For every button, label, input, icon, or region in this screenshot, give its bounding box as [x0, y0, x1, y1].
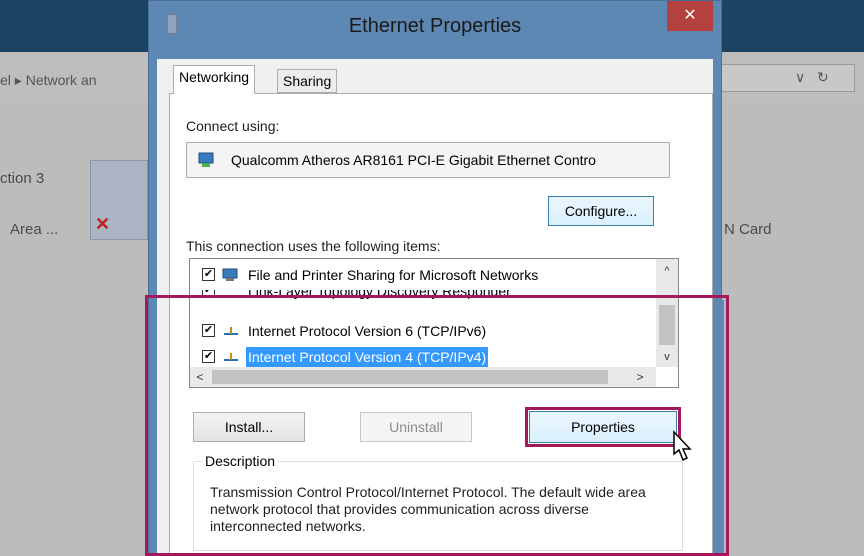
description-label: Description [202, 453, 279, 469]
install-button[interactable]: Install... [193, 412, 305, 442]
uninstall-button[interactable]: Uninstall [360, 412, 472, 442]
background-adapter-icon: ✕ [90, 160, 148, 240]
tab-sharing[interactable]: Sharing [277, 69, 338, 93]
configure-button[interactable]: Configure... [548, 196, 654, 226]
background-address-controls: ∨ ↻ [720, 64, 855, 92]
components-list[interactable]: ✔ File and Printer Sharing for Microsoft… [189, 258, 679, 388]
connect-using-label: Connect using: [186, 118, 280, 134]
dialog-title: Ethernet Properties [348, 15, 522, 37]
item-label: Internet Protocol Version 6 (TCP/IPv6) [248, 323, 487, 339]
horizontal-scroll-thumb[interactable] [212, 370, 608, 384]
network-protocol-icon [224, 327, 238, 335]
background-breadcrumb: el ▸ Network an [0, 72, 97, 88]
network-adapter-icon [198, 152, 214, 167]
adapter-field: Qualcomm Atheros AR8161 PCI-E Gigabit Et… [186, 142, 670, 178]
item-checkbox[interactable]: ✔ [202, 350, 215, 363]
address-dropdown-icon: ∨ [795, 69, 806, 85]
dialog-frame-right [716, 300, 724, 556]
scroll-right-icon[interactable]: > [630, 367, 650, 387]
list-item[interactable]: ✔ Link-Layer Topology Discovery Responde… [190, 290, 650, 304]
vertical-scrollbar[interactable]: ^ v [656, 259, 678, 367]
dialog-frame-left [150, 300, 156, 556]
close-button[interactable]: ✕ [667, 1, 713, 31]
description-text: Transmission Control Protocol/Internet P… [210, 484, 646, 534]
adapter-name: Qualcomm Atheros AR8161 PCI-E Gigabit Et… [231, 152, 596, 168]
item-label: File and Printer Sharing for Microsoft N… [248, 267, 539, 283]
background-item-label-right: N Card [724, 221, 772, 238]
item-checkbox[interactable]: ✔ [202, 290, 215, 297]
item-checkbox[interactable]: ✔ [202, 268, 215, 281]
refresh-icon: ↻ [817, 69, 829, 85]
list-item[interactable]: ✔ Internet Protocol Version 6 (TCP/IPv6) [190, 319, 650, 343]
list-item-selected[interactable]: ✔ Internet Protocol Version 4 (TCP/IPv4) [190, 345, 650, 369]
mouse-cursor-icon [673, 430, 692, 462]
network-protocol-icon [224, 353, 238, 361]
scroll-down-icon[interactable]: v [656, 347, 678, 367]
item-checkbox[interactable]: ✔ [202, 324, 215, 337]
description-group: Description Transmission Control Protoco… [193, 453, 683, 551]
tab-networking[interactable]: Networking [173, 65, 256, 94]
vertical-scroll-thumb[interactable] [659, 305, 675, 345]
list-item[interactable]: ✔ File and Printer Sharing for Microsoft… [190, 263, 650, 287]
scroll-up-icon[interactable]: ^ [656, 261, 678, 281]
horizontal-scrollbar[interactable]: < > [190, 367, 656, 387]
item-label: Link-Layer Topology Discovery Responder [248, 290, 511, 299]
items-label: This connection uses the following items… [186, 238, 441, 254]
properties-button[interactable]: Properties [529, 411, 677, 443]
item-label: Internet Protocol Version 4 (TCP/IPv4) [246, 347, 489, 367]
background-item-label: ction 3 [0, 170, 45, 187]
file-printer-sharing-icon [222, 268, 238, 281]
scroll-left-icon[interactable]: < [190, 367, 210, 387]
background-item-sublabel: Area ... [10, 221, 59, 238]
